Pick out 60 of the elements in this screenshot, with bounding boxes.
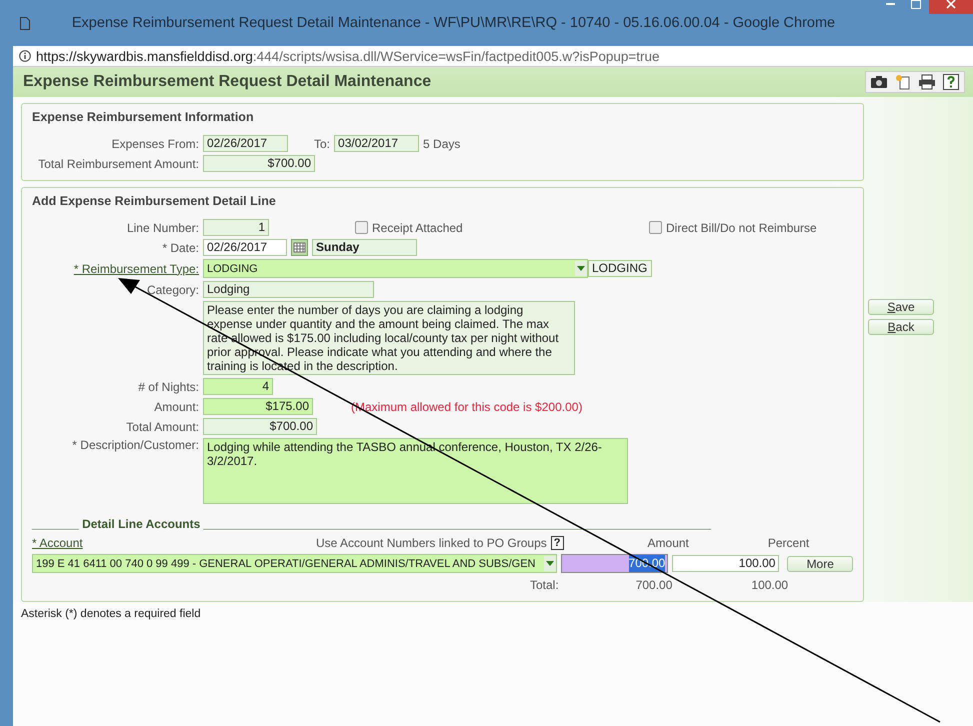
description-field[interactable]: Lodging while attending the TASBO annual conference, Houston, TX 2/26-3/2/2017. — [203, 438, 628, 504]
info-icon — [19, 50, 31, 62]
field-label: Category: — [146, 282, 199, 296]
close-button[interactable] — [929, 0, 973, 14]
more-button[interactable]: More — [787, 556, 853, 572]
field-label: Line Number: — [126, 220, 199, 234]
minimize-icon — [886, 2, 894, 6]
date-field[interactable]: 03/02/2017 — [334, 135, 420, 152]
section-title: _______ Detail Line Accounts ____________________________________________________________________________ — [32, 517, 712, 531]
field-label: * Date: — [161, 240, 199, 254]
window-title: Expense Reimbursement Request Detail Maintenance - WF\PU\MR\RE\RQ - 10740 - 05.16.06.00.04 - Google Chrome — [70, 15, 836, 31]
page-icon — [20, 16, 30, 30]
total-percent: 100.00 — [751, 578, 788, 592]
percent-field[interactable]: 100.00 — [672, 555, 780, 572]
camera-icon[interactable] — [870, 74, 888, 90]
help-icon[interactable] — [942, 74, 960, 90]
field-label: # of Nights: — [137, 380, 199, 394]
action-button[interactable]: Save — [868, 299, 934, 315]
checkbox[interactable] — [649, 221, 662, 234]
account-dropdown[interactable]: 199 E 41 6411 00 740 0 99 499 - GENERAL OPERATI/GENERAL ADMINIS/TRAVEL AND SUBS/GEN — [32, 554, 558, 573]
calendar-icon[interactable] — [291, 239, 308, 256]
checkbox-label: Direct Bill/Do not Reimburse — [666, 220, 817, 234]
help-button[interactable]: ? — [550, 536, 564, 550]
date-field[interactable]: 02/26/2017 — [203, 239, 287, 256]
field-label: Expenses From: — [110, 136, 199, 150]
days-text: 5 Days — [423, 136, 460, 150]
field-label: To: — [314, 136, 330, 150]
page-title: Expense Reimbursement Request Detail Maintenance — [23, 73, 432, 91]
type-code-field: LODGING — [588, 260, 652, 277]
url-text: https://skywardbis.mansfielddisd.org:444/scripts/wsisa.dll/WService=wsFin/factpedit005.w?isPopup=true — [36, 48, 660, 64]
section-title: Expense Reimbursement Information — [32, 110, 255, 124]
field-label: Amount: — [153, 400, 199, 414]
nights-field[interactable]: 4 — [203, 378, 273, 395]
total-field: $700.00 — [203, 418, 317, 435]
footnote: Asterisk (*) denotes a required field — [20, 607, 202, 622]
column-label: Use Account Numbers linked to PO Groups — [316, 536, 547, 550]
total-amount: 700.00 — [636, 578, 672, 592]
amount-field[interactable]: $175.00 — [203, 398, 313, 415]
amount-field[interactable]: $700.00 — [203, 155, 315, 172]
field-label: Total Reimbursement Amount: — [37, 156, 199, 170]
checkbox[interactable] — [355, 221, 368, 234]
field-label: Total Amount: — [125, 420, 199, 434]
clipboard-icon[interactable] — [894, 74, 912, 90]
section-title: Add Expense Reimbursement Detail Line — [32, 194, 277, 208]
print-icon[interactable] — [918, 74, 936, 90]
category-field: Lodging — [203, 281, 374, 298]
field-label: * Description/Customer: — [71, 438, 199, 452]
total-label: Total: — [530, 578, 559, 592]
line-number-field[interactable]: 1 — [203, 219, 269, 236]
close-icon — [946, 0, 956, 9]
weekday-field: Sunday — [312, 239, 417, 256]
maximize-icon — [911, 0, 921, 8]
field-label[interactable]: * Reimbursement Type: — [32, 262, 199, 276]
checkbox-label: Receipt Attached — [372, 220, 463, 234]
column-header: Percent — [768, 536, 810, 550]
date-field[interactable]: 02/26/2017 — [203, 135, 288, 152]
action-button[interactable]: Back — [868, 319, 934, 335]
type-dropdown[interactable]: LODGING — [203, 259, 588, 278]
account-link[interactable]: * Account — [32, 536, 86, 550]
column-header: Amount — [648, 536, 689, 550]
